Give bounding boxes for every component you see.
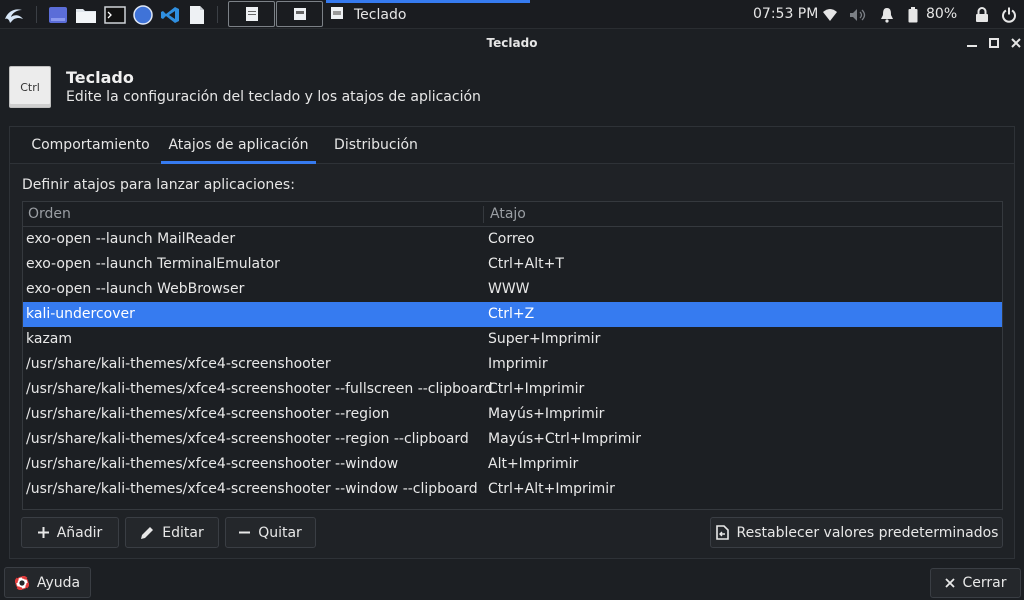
clock[interactable]: 07:53 PM [753,0,818,29]
remove-button[interactable]: Quitar [225,517,316,548]
keyboard-app-icon [330,6,344,24]
shortcut-cell: Imprimir [488,356,548,372]
dialog-title: Teclado [66,68,134,87]
shortcuts-description: Definir atajos para lanzar aplicaciones: [22,177,295,193]
remove-button-label: Quitar [258,524,302,541]
shortcut-cell: Ctrl+Alt+T [488,256,564,272]
window-title: Teclado [486,36,538,50]
power-icon[interactable] [998,0,1020,29]
command-cell: /usr/share/kali-themes/xfce4-screenshoot… [26,406,390,422]
command-cell: kali-undercover [26,306,135,322]
table-row[interactable]: /usr/share/kali-themes/xfce4-screenshoot… [23,452,1002,477]
close-icon [944,578,955,588]
shortcut-cell: Alt+Imprimir [488,456,579,472]
file-manager-icon[interactable] [74,0,98,29]
table-row[interactable]: exo-open --launch MailReader Correo [23,227,1002,252]
shortcut-cell: Mayús+Imprimir [488,406,605,422]
minimize-icon[interactable] [965,36,979,50]
lifebuoy-icon [14,575,29,590]
shortcut-cell: Ctrl+Alt+Imprimir [488,481,615,497]
shortcut-cell: Correo [488,231,535,247]
command-cell: /usr/share/kali-themes/xfce4-screenshoot… [26,381,493,397]
tab-behavior[interactable]: Comportamiento [20,127,161,164]
workspace-2-button[interactable] [276,1,323,27]
shortcut-cell: Mayús+Ctrl+Imprimir [488,431,642,447]
command-cell: kazam [26,331,73,347]
help-button-label: Ayuda [36,574,81,591]
panel-separator [36,6,37,23]
plus-icon [37,527,49,538]
battery-level: 80% [926,6,958,22]
terminal-icon[interactable] [103,0,127,29]
reset-defaults-button[interactable]: Restablecer valores predeterminados [710,517,1003,548]
table-row[interactable]: exo-open --launch WebBrowser WWW [23,277,1002,302]
table-row[interactable]: /usr/share/kali-themes/xfce4-screenshoot… [23,377,1002,402]
column-header-command[interactable]: Orden [28,202,71,226]
table-row[interactable]: kazam Super+Imprimir [23,327,1002,352]
shortcut-cell: Ctrl+Z [488,306,535,322]
panel-separator [217,6,218,23]
add-button[interactable]: Añadir [21,517,119,548]
column-header-shortcut[interactable]: Atajo [490,202,526,226]
reset-defaults-label: Restablecer valores predeterminados [736,524,999,541]
tab-application-shortcuts[interactable]: Atajos de aplicación [161,127,316,164]
edit-button[interactable]: Editar [125,517,219,548]
shortcuts-table[interactable]: Orden Atajo exo-open --launch MailReader… [22,201,1003,510]
table-body: exo-open --launch MailReader Correo exo-op… [23,227,1002,502]
table-row[interactable]: /usr/share/kali-themes/xfce4-screenshoot… [23,477,1002,502]
edit-button-label: Editar [162,524,204,541]
web-browser-icon[interactable] [131,0,155,29]
window-titlebar[interactable]: Teclado [0,29,1024,58]
pencil-icon [140,526,154,540]
notifications-bell-icon[interactable] [877,0,897,29]
table-row[interactable]: kali-undercover Ctrl+Z [23,302,1002,327]
volume-muted-icon[interactable] [848,0,868,29]
command-cell: exo-open --launch MailReader [26,231,236,247]
vscode-icon[interactable] [158,0,182,29]
wifi-icon[interactable] [820,0,840,29]
tab-bar: Comportamiento Atajos de aplicación Dist… [10,127,1014,164]
command-cell: /usr/share/kali-themes/xfce4-screenshoot… [26,356,331,372]
kali-menu-icon[interactable] [0,0,28,29]
table-row[interactable]: /usr/share/kali-themes/xfce4-screenshoot… [23,427,1002,452]
help-button[interactable]: Ayuda [4,567,91,598]
close-button-label: Cerrar [962,575,1007,591]
workspace-1-button[interactable] [228,1,275,27]
table-row[interactable]: exo-open --launch TerminalEmulator Ctrl+A… [23,252,1002,277]
show-desktop-icon[interactable] [46,0,70,29]
command-cell: exo-open --launch WebBrowser [26,281,245,297]
command-cell: /usr/share/kali-themes/xfce4-screenshoot… [26,481,478,497]
tab-layout[interactable]: Distribución [325,127,427,164]
battery-icon[interactable] [904,0,922,29]
command-cell: /usr/share/kali-themes/xfce4-screenshoot… [26,431,469,447]
keyboard-ctrl-key-icon: Ctrl [9,66,51,108]
close-window-icon[interactable] [1009,36,1023,50]
table-row[interactable]: /usr/share/kali-themes/xfce4-screenshoot… [23,402,1002,427]
command-cell: exo-open --launch TerminalEmulator [26,256,280,272]
taskbar-item-label: Teclado [354,6,407,23]
add-button-label: Añadir [56,524,103,541]
command-cell: /usr/share/kali-themes/xfce4-screenshoot… [26,456,399,472]
close-button[interactable]: Cerrar [930,568,1021,598]
table-row[interactable]: /usr/share/kali-themes/xfce4-screenshoot… [23,352,1002,377]
text-editor-icon[interactable] [186,0,208,29]
maximize-icon[interactable] [987,36,1001,50]
shortcut-cell: Super+Imprimir [488,331,601,347]
top-panel: Teclado 07:53 PM 80% [0,0,1024,29]
column-separator [483,206,484,223]
taskbar-item-teclado[interactable]: Teclado [330,0,406,29]
shortcut-cell: WWW [488,281,530,297]
minus-icon [239,527,251,538]
dialog-subtitle: Edite la configuración del teclado y los… [66,89,481,105]
table-header: Orden Atajo [23,202,1002,227]
shortcut-cell: Ctrl+Imprimir [488,381,585,397]
ctrl-key-label: Ctrl [20,80,40,94]
lock-screen-icon[interactable] [972,0,992,29]
revert-icon [715,525,729,540]
